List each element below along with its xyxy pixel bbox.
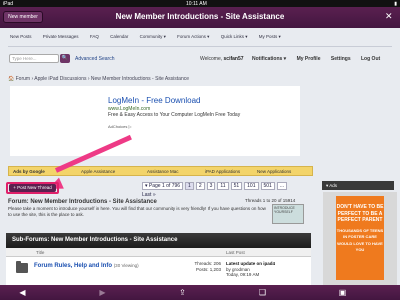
- subforum-viewing: (30 Viewing): [113, 263, 139, 268]
- nav-bar: New member New Member Introductions - Si…: [0, 7, 400, 28]
- my-profile-link[interactable]: My Profile: [297, 56, 321, 62]
- page-link[interactable]: 51: [230, 182, 243, 190]
- username[interactable]: scifan57: [224, 56, 244, 62]
- menu-forum-actions[interactable]: Forum Actions ▾: [177, 34, 209, 39]
- search-icon: 🔍: [61, 55, 69, 61]
- bottom-toolbar: ◀ ▶ ⇪ ❑ ▣: [0, 285, 400, 300]
- welcome-text: Welcome, scifan57: [200, 56, 244, 62]
- search-input[interactable]: Type Here...: [9, 54, 59, 63]
- subforum-name[interactable]: Forum Rules, Help and Info: [34, 263, 112, 269]
- forward-icon[interactable]: ▶: [98, 288, 107, 297]
- sidebar-ad[interactable]: DON'T HAVE TO BE PERFECT TO BE A PERFECT…: [323, 192, 397, 285]
- page-link[interactable]: 11: [217, 182, 229, 190]
- bookmarks-icon[interactable]: ❑: [258, 288, 267, 297]
- forum-heading: Forum: New Member Introductions - Site A…: [8, 199, 157, 205]
- menu-faq[interactable]: FAQ: [90, 34, 99, 39]
- menu-private-messages[interactable]: Private Messages: [43, 34, 79, 39]
- adchoices-label[interactable]: AdChoices ▷: [108, 124, 132, 129]
- last-post-time: Today, 09:19 AM: [226, 272, 260, 277]
- breadcrumb[interactable]: 🏠 Forum › Apple iPad Discussions › New M…: [8, 76, 189, 82]
- page-link[interactable]: 2: [195, 182, 205, 190]
- menu-quick-links[interactable]: Quick Links ▾: [221, 34, 248, 39]
- pagination: ▾ Page 1 of 796 1 2 3 11 51 101 501...: [142, 182, 289, 190]
- share-icon[interactable]: ⇪: [178, 288, 187, 297]
- tab-apple-assistance[interactable]: Apple Assistance: [81, 169, 115, 174]
- sidebar-ad-subtext: THOUSANDS OF TEENS IN FOSTER CARE WOULD …: [336, 227, 384, 253]
- back-icon[interactable]: ◀: [18, 288, 27, 297]
- menu-community[interactable]: Community ▾: [140, 34, 166, 39]
- subforums-bar: Sub-Forums: New Member Introductions - S…: [6, 233, 311, 248]
- threads-count: Threads 1 to 20 of 15914: [245, 198, 296, 203]
- ad-description: Free & Easy Access to Your Computer LogM…: [108, 112, 241, 118]
- post-new-thread-button[interactable]: + Post New Thread: [9, 184, 56, 192]
- col-title: Title: [36, 250, 45, 255]
- menu-calendar[interactable]: Calendar: [110, 34, 128, 39]
- subforum-last-post: Latest update on ipad4 by grodman Today,…: [226, 261, 275, 278]
- ads-by-google-label: Ads by Google: [13, 169, 45, 174]
- page-link[interactable]: 3: [206, 182, 216, 190]
- page-dropdown[interactable]: ▾ Page 1 of 796: [142, 182, 184, 190]
- tab-assistance-mac[interactable]: Assistance Mac: [147, 169, 179, 174]
- last-page-link[interactable]: Last »: [142, 192, 156, 198]
- menu-divider: [8, 46, 392, 47]
- menu-my-posts[interactable]: My Posts ▾: [259, 34, 281, 39]
- tab-new-applications[interactable]: New Applications: [257, 169, 291, 174]
- subforum-row[interactable]: Forum Rules, Help and Info (30 Viewing) …: [6, 257, 311, 285]
- tabs-icon[interactable]: ▣: [338, 288, 347, 297]
- settings-link[interactable]: Settings: [331, 56, 351, 62]
- col-last-post: Last Post: [226, 250, 245, 255]
- page-link[interactable]: 101: [244, 182, 259, 190]
- status-bar: iPad 10:11 AM ▮: [0, 0, 400, 7]
- sidebar-ad-content[interactable]: DON'T HAVE TO BE PERFECT TO BE A PERFECT…: [336, 196, 384, 280]
- ad-title[interactable]: LogMeIn - Free Download: [108, 96, 201, 105]
- introduce-yourself-image: INTRODUCE YOURSELF: [272, 204, 304, 224]
- sidebar-ads-header[interactable]: ▾ Ads: [322, 181, 394, 190]
- top-menu: New Posts Private Messages FAQ Calendar …: [10, 34, 390, 46]
- menu-new-posts[interactable]: New Posts: [10, 34, 32, 39]
- forum-description: Please take a moment to introduce yourse…: [8, 206, 266, 217]
- ad-banner[interactable]: LogMeIn - Free Download www.LogMeIn.com …: [10, 86, 300, 156]
- page-link[interactable]: 1: [185, 182, 194, 190]
- logout-link[interactable]: Log Out: [361, 56, 380, 62]
- subforums-header: Title Last Post: [6, 248, 311, 257]
- post-count: Posts: 1,203: [195, 266, 221, 272]
- welcome-prefix: Welcome,: [200, 56, 223, 62]
- search-button[interactable]: 🔍: [60, 54, 70, 63]
- user-links: Notifications ▾ My Profile Settings Log …: [252, 56, 389, 62]
- subforum-title[interactable]: Forum Rules, Help and Info (30 Viewing): [34, 263, 139, 269]
- last-post-title[interactable]: Latest update on ipad4: [226, 261, 275, 266]
- page-link[interactable]: ...: [276, 182, 288, 190]
- page-link[interactable]: 501: [260, 182, 275, 190]
- subforum-stats: Threads: 206 Posts: 1,203: [191, 261, 221, 272]
- folder-icon: [16, 261, 28, 273]
- sidebar-ad-headline: DON'T HAVE TO BE PERFECT TO BE A PERFECT…: [336, 204, 384, 223]
- advanced-search-link[interactable]: Advanced Search: [75, 56, 114, 62]
- thread-count: Threads: 206: [194, 261, 221, 266]
- page-content: New Posts Private Messages FAQ Calendar …: [0, 28, 400, 285]
- nav-title: New Member Introductions - Site Assistan…: [115, 12, 285, 21]
- tab-ipad-applications[interactable]: iPAD Applications: [205, 169, 240, 174]
- close-icon[interactable]: ✕: [385, 12, 394, 21]
- notifications-menu[interactable]: Notifications ▾: [252, 56, 286, 62]
